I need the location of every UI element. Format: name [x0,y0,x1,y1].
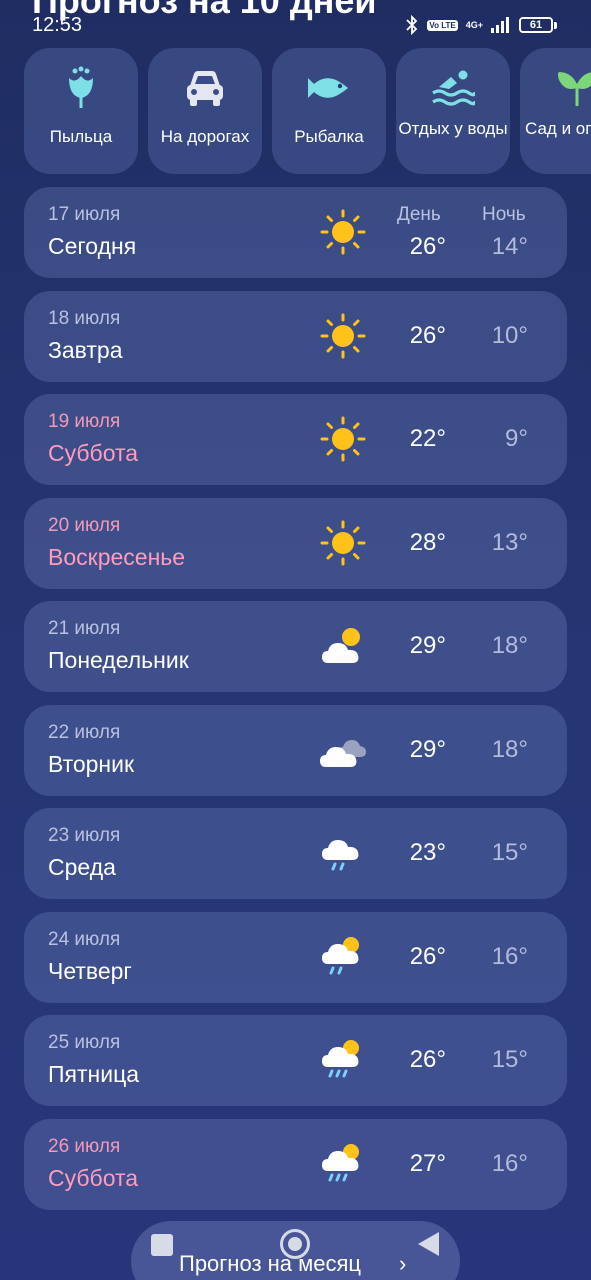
day-name: Пятница [48,1061,140,1087]
day-name: Суббота [48,1164,139,1191]
chevron-right-icon: › [399,1251,407,1276]
recent-apps-button[interactable] [151,1234,173,1256]
day-date: 18 июля [48,307,121,329]
day-row[interactable]: 18 июля Завтра 26° 10° [24,290,567,382]
chip-roads[interactable]: На дорогах [148,48,262,174]
day-row[interactable]: 20 июля Воскресенье 28° 13° [24,497,567,589]
cloudy-icon [320,739,366,767]
network-type: 4G+ [465,19,483,30]
day-row[interactable]: 23 июля Среда 23° 15° [24,808,567,899]
battery-level: 61 [519,17,553,33]
day-date: 24 июля [48,928,121,950]
day-name: Суббота [48,440,139,466]
day-date: 22 июля [48,721,121,743]
day-date: 20 июля [48,514,121,536]
night-temperature: 18° [491,632,528,659]
day-name: Завтра [48,336,123,363]
day-name: Понедельник [48,647,189,673]
fish-icon [308,78,348,98]
home-button[interactable] [280,1229,310,1259]
swimmer-icon [432,70,475,106]
forecast-list: 17 июля Сегодня День Ночь 26° 14° 18 июл… [24,187,567,1222]
day-temperature: 22° [409,425,446,452]
partly-cloudy-icon [322,628,360,663]
back-button[interactable] [418,1232,439,1256]
status-icons: Vo LTE 4G+ 61 [405,12,557,38]
sun-icon [320,209,366,255]
chip-water-rest[interactable]: Отдых у воды [396,48,510,174]
day-name: Сегодня [48,233,137,259]
chip-label: Сад и огород [525,119,591,138]
day-row[interactable]: 21 июля Понедельник 29° 18° [24,601,567,692]
day-temperature: 26° [409,1046,446,1073]
night-temperature: 13° [491,528,528,556]
chip-garden[interactable]: Сад и огород [520,48,591,174]
day-date: 23 июля [48,825,121,846]
night-temperature: 15° [491,1046,528,1073]
day-temperature: 26° [409,233,446,260]
page-title: Прогноз на 10 дней [32,0,377,21]
day-temperature: 28° [409,528,446,556]
day-row[interactable]: 17 июля Сегодня День Ночь 26° 14° [24,187,567,278]
day-name: Среда [48,854,116,880]
day-date: 26 июля [48,1135,121,1157]
day-row[interactable]: 24 июля Четверг 26° 16° [24,911,567,1003]
sun-icon [320,313,366,358]
night-column-header: Ночь [482,204,526,225]
chip-pollen[interactable]: Пыльца [24,48,138,174]
car-icon [187,71,223,106]
night-temperature: 14° [491,233,528,260]
chip-fishing[interactable]: Рыбалка [272,48,386,174]
day-date: 19 июля [48,411,121,432]
volte-badge: Vo LTE [427,19,458,31]
day-date: 25 июля [48,1032,121,1053]
night-temperature: 16° [491,1149,528,1177]
day-temperature: 26° [409,942,446,970]
night-temperature: 16° [491,942,528,970]
chip-label: Рыбалка [294,127,364,146]
day-temperature: 29° [409,735,446,763]
sun-icon [320,416,366,462]
day-name: Воскресенье [48,543,186,570]
day-temperature: 29° [409,632,446,659]
bluetooth-icon [406,15,418,35]
chip-label: Отдых у воды [398,119,508,138]
day-date: 21 июля [48,618,121,639]
status-time: 12:53 [32,14,83,36]
month-forecast-label: Прогноз на месяц [179,1251,362,1276]
night-temperature: 10° [491,321,528,349]
day-row[interactable]: 25 июля Пятница 26° 15° [24,1015,567,1106]
day-name: Четверг [48,957,132,984]
day-temperature: 26° [409,321,446,349]
chip-label: Пыльца [49,127,113,146]
day-date: 17 июля [48,204,121,225]
sun-heavy-rain-icon [322,1040,359,1078]
chip-label: На дорогах [160,127,250,146]
battery-icon: 61 [519,17,557,33]
sun-rain-icon [322,936,359,974]
sun-icon [320,520,366,565]
night-temperature: 18° [491,735,528,763]
day-name: Вторник [48,750,135,777]
day-row[interactable]: 26 июля Суббота 27° 16° [24,1118,567,1210]
rain-icon [322,840,359,871]
day-temperature: 23° [409,839,446,866]
day-row[interactable]: 22 июля Вторник 29° 18° [24,704,567,796]
night-temperature: 15° [491,839,528,866]
activity-chips: Пыльца На дорогах Рыбалка Отдых у воды С… [24,48,591,176]
day-row[interactable]: 19 июля Суббота 22° 9° [24,394,567,485]
signal-icon [491,17,509,33]
sun-heavy-rain-icon [322,1143,359,1181]
day-temperature: 27° [409,1149,446,1177]
night-temperature: 9° [505,425,528,452]
day-column-header: День [397,204,441,225]
flower-icon [69,66,93,108]
sprout-icon [558,72,591,106]
